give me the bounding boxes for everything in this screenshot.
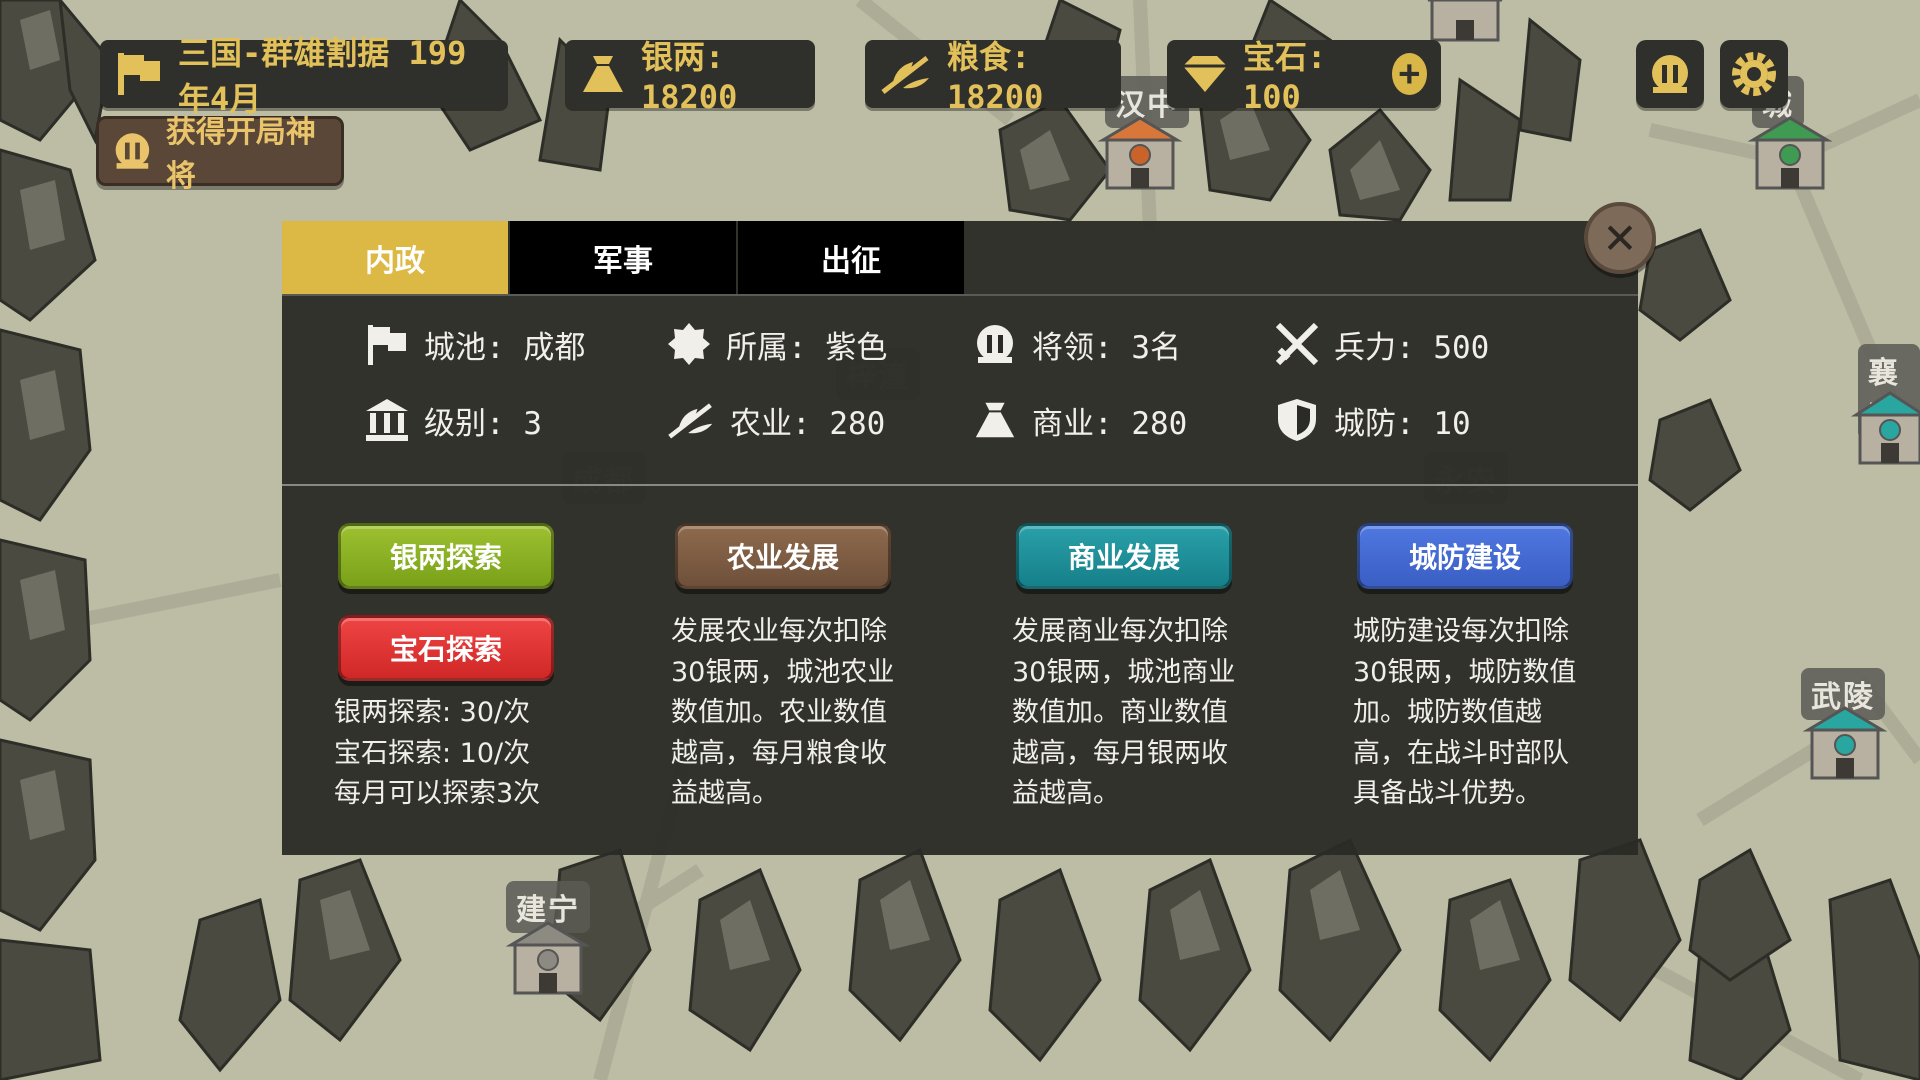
defense-description-line: 高，在战斗时部队 (1353, 737, 1569, 769)
commerce-description-line: 发展商业每次扣除 (1012, 616, 1228, 647)
agriculture-description-line: 越高，每月粮食收 (671, 737, 887, 769)
commerce-description: 发展商业每次扣除 30银两，城池商业 数值加。商业数值 越高，每月银两收 益越高… (1012, 612, 1235, 815)
silver-explore-button[interactable]: 银两探索 (338, 523, 554, 589)
commerce-description-line: 数值加。商业数值 (1012, 697, 1228, 728)
commerce-description-line: 益越高。 (1012, 778, 1120, 809)
close-dialog-button[interactable]: ✕ (1584, 202, 1656, 274)
silver-text: 银两: 18200 (641, 38, 738, 116)
gear-icon (1732, 52, 1776, 96)
stat-agriculture-text: 农业: 280 (730, 405, 886, 442)
agriculture-description-line: 数值加。农业数值 (671, 697, 887, 728)
defense-description-line: 30银两，城防数值 (1353, 656, 1577, 688)
helmet-icon (115, 133, 150, 169)
helmet-icon (977, 325, 1013, 363)
crossed-swords-icon (1275, 322, 1319, 366)
stat-generals-text: 将领: 3名 (1032, 329, 1181, 366)
castle-icon[interactable] (503, 915, 593, 1005)
helmet-icon (1652, 55, 1688, 93)
commerce-description-line: 越高，每月银两收 (1012, 737, 1228, 769)
commerce-develop-button[interactable]: 商业发展 (1016, 523, 1232, 589)
agriculture-description-line: 益越高。 (671, 778, 779, 809)
defense-description-line: 具备战斗优势。 (1353, 778, 1542, 809)
grain-counter: 粮食: 18200 (865, 38, 1121, 116)
scenario-banner: 三国-群雄割据 199年4月 (100, 34, 508, 118)
stat-defense-text: 城防: 10 (1334, 405, 1471, 442)
tab-underline (282, 294, 1638, 296)
stat-generals: 将领: 3名 (972, 321, 1181, 367)
agriculture-description-line: 30银两，城池农业 (671, 656, 895, 688)
commerce-description-line: 30银两，城池商业 (1012, 656, 1236, 688)
explore-info-line: 每月可以探索3次 (334, 778, 541, 809)
castle-icon[interactable] (1745, 110, 1835, 200)
grain-text: 粮食: 18200 (947, 38, 1044, 116)
stat-agriculture: 农业: 280 (666, 397, 885, 443)
stats-divider (282, 484, 1638, 486)
flag-icon (368, 325, 406, 365)
silver-counter: 银两: 18200 (565, 38, 815, 116)
city-management-dialog: 内政 军事 出征 城池: 成都 所属: 紫色 将领: 3名 兵力: 500 级别… (282, 221, 1638, 855)
money-bag-icon (583, 56, 623, 92)
stat-commerce: 商业: 280 (972, 397, 1187, 443)
settings-button[interactable] (1720, 40, 1788, 108)
get-starting-general-button[interactable]: 获得开局神将 (96, 115, 344, 194)
gem-counter: 宝石: 100 + (1167, 38, 1441, 116)
money-bag-icon (975, 402, 1015, 438)
bank-icon (366, 399, 408, 441)
generals-menu-button[interactable] (1636, 40, 1704, 108)
stat-city-text: 城池: 成都 (424, 329, 586, 366)
tab-military[interactable]: 军事 (510, 221, 736, 294)
stat-faction: 所属: 紫色 (666, 321, 887, 367)
explore-info: 银两探索: 30/次 宝石探索: 10/次 每月可以探索3次 (334, 693, 540, 815)
grain-icon (881, 56, 929, 94)
stat-city: 城池: 成都 (364, 321, 585, 367)
defense-description: 城防建设每次扣除 30银两，城防数值 加。城防数值越 高，在战斗时部队 具备战斗… (1353, 612, 1576, 815)
stat-commerce-text: 商业: 280 (1032, 405, 1188, 442)
stat-level: 级别: 3 (364, 397, 542, 443)
stat-level-text: 级别: 3 (424, 405, 542, 442)
get-starting-general-label: 获得开局神将 (165, 115, 316, 194)
close-icon: ✕ (1602, 213, 1638, 263)
gem-icon (1183, 56, 1227, 92)
stat-troops: 兵力: 500 (1274, 321, 1489, 367)
agriculture-develop-button[interactable]: 农业发展 (675, 523, 891, 589)
faction-badge-icon (668, 323, 710, 365)
tab-expedition[interactable]: 出征 (738, 221, 964, 294)
gem-explore-button[interactable]: 宝石探索 (338, 615, 554, 681)
dialog-tabs: 内政 军事 出征 (282, 221, 966, 294)
castle-icon[interactable] (1095, 110, 1185, 200)
agriculture-description: 发展农业每次扣除 30银两，城池农业 数值加。农业数值 越高，每月粮食收 益越高… (671, 612, 894, 815)
explore-info-line: 银两探索: 30/次 (334, 697, 531, 728)
defense-description-line: 加。城防数值越 (1353, 697, 1542, 728)
tab-internal-affairs[interactable]: 内政 (282, 221, 508, 294)
explore-info-line: 宝石探索: 10/次 (334, 737, 531, 769)
add-gems-button[interactable]: + (1391, 53, 1427, 95)
city-stats: 城池: 成都 所属: 紫色 将领: 3名 兵力: 500 级别: 3 农业: 2… (364, 321, 1614, 481)
defense-description-line: 城防建设每次扣除 (1353, 616, 1569, 647)
defense-build-button[interactable]: 城防建设 (1357, 523, 1573, 589)
gem-text: 宝石: 100 (1243, 38, 1327, 116)
castle-icon[interactable] (1800, 700, 1890, 790)
flag-icon (118, 53, 160, 95)
stat-troops-text: 兵力: 500 (1334, 329, 1490, 366)
stat-defense: 城防: 10 (1274, 397, 1471, 443)
castle-icon[interactable] (1850, 385, 1920, 475)
shield-icon (1278, 399, 1316, 441)
agriculture-description-line: 发展农业每次扣除 (671, 616, 887, 647)
stat-faction-text: 所属: 紫色 (726, 329, 888, 366)
grain-icon (668, 403, 713, 439)
